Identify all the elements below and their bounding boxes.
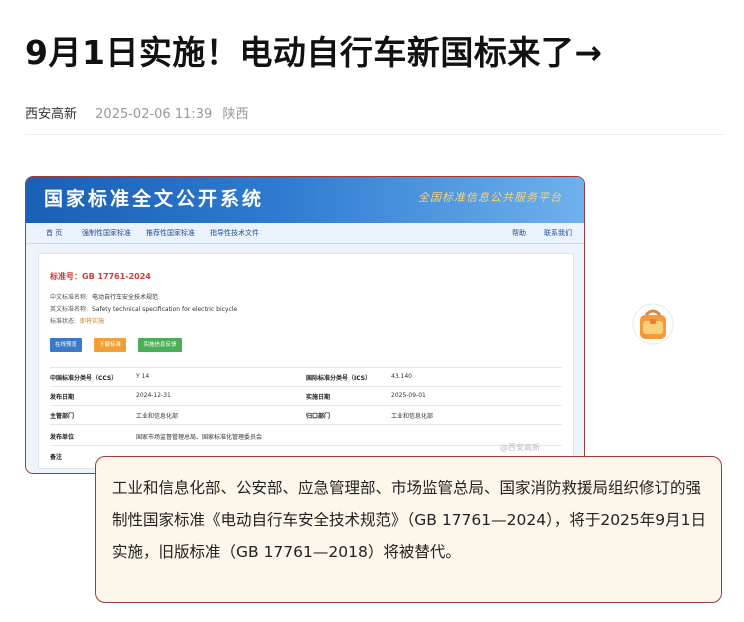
schoolbag-icon[interactable] (631, 302, 675, 346)
site-nav: 首 页 强制性国家标准 推荐性国家标准 指导性技术文件 帮助 联系我们 (26, 223, 584, 244)
standard-number: 标准号：GB 17761-2024 (50, 272, 151, 281)
nav-guidance[interactable]: 指导性技术文件 (210, 228, 259, 238)
dept-label: 主管部门 (50, 413, 75, 420)
standard-site-screenshot[interactable]: 国家标准全文公开系统 全国标准信息公共服务平台 首 页 强制性国家标准 推荐性国… (25, 176, 585, 474)
watermark: @西安高新 (500, 443, 540, 452)
gui-label: 归口部门 (306, 413, 331, 420)
location: 陕西 (222, 107, 249, 122)
en-name-row: 英文标准名称: Safety technical specification f… (50, 304, 237, 313)
caption-box: 工业和信息化部、公安部、应急管理部、市场监管总局、国家消防救援局组织修订的强制性… (95, 456, 722, 603)
cn-name-row: 中文标准名称: 电动自行车安全技术规范 (50, 292, 158, 301)
ccs-value: Y 14 (136, 373, 150, 380)
table-divider (50, 405, 562, 406)
pub-date-label: 发布日期 (50, 394, 75, 401)
article-title: 9月1日实施！电动自行车新国标来了→ (25, 33, 603, 72)
site-header: 国家标准全文公开系统 全国标准信息公共服务平台 (26, 177, 584, 223)
feedback-button[interactable]: 实施信息反馈 (138, 338, 182, 352)
status-value: 即将实施 (79, 318, 104, 325)
preview-button[interactable]: 在线预览 (50, 338, 82, 352)
ccs-label: 中国标准分类号（CCS） (50, 375, 118, 382)
standard-detail-panel: 标准号：GB 17761-2024 中文标准名称: 电动自行车安全技术规范 英文… (38, 253, 574, 469)
issuer-label: 发布单位 (50, 434, 75, 441)
note-label: 备注 (50, 454, 63, 461)
pub-date-value: 2024-12-31 (136, 392, 171, 399)
table-divider (50, 367, 562, 368)
status-label: 标准状态: (50, 318, 77, 325)
article-meta: 西安高新 2025-02-06 11:39 陕西 (25, 103, 248, 122)
impl-date-label: 实施日期 (306, 394, 331, 401)
en-name-label: 英文标准名称: (50, 306, 89, 313)
site-title: 国家标准全文公开系统 (44, 188, 265, 210)
author-link[interactable]: 西安高新 (25, 107, 77, 122)
gui-value: 工业和信息化部 (391, 413, 434, 420)
nav-help[interactable]: 帮助 (512, 228, 526, 238)
nav-contact[interactable]: 联系我们 (544, 228, 572, 238)
ics-value: 43.140 (391, 373, 412, 380)
impl-date-value: 2025-09-01 (391, 392, 426, 399)
table-divider (50, 386, 562, 387)
meta-divider (25, 134, 725, 135)
nav-home[interactable]: 首 页 (46, 228, 62, 238)
cn-name: 电动自行车安全技术规范 (91, 294, 158, 301)
site-slogan: 全国标准信息公共服务平台 (418, 191, 562, 204)
cn-name-label: 中文标准名称: (50, 294, 89, 301)
nav-mandatory[interactable]: 强制性国家标准 (82, 228, 131, 238)
caption-text: 工业和信息化部、公安部、应急管理部、市场监管总局、国家消防救援局组织修订的强制性… (112, 479, 706, 561)
nav-recommended[interactable]: 推荐性国家标准 (146, 228, 195, 238)
download-button[interactable]: 下载标准 (94, 338, 126, 352)
issuer-value: 国家市场监督管理总局、国家标准化管理委员会 (136, 434, 263, 441)
publish-date: 2025-02-06 11:39 (95, 107, 213, 122)
table-divider (50, 424, 562, 425)
ics-label: 国际标准分类号（ICS） (306, 375, 372, 382)
table-divider (50, 445, 562, 446)
en-name: Safety technical specification for elect… (91, 306, 238, 313)
dept-value: 工业和信息化部 (136, 413, 179, 420)
status-row: 标准状态: 即将实施 (50, 316, 104, 325)
